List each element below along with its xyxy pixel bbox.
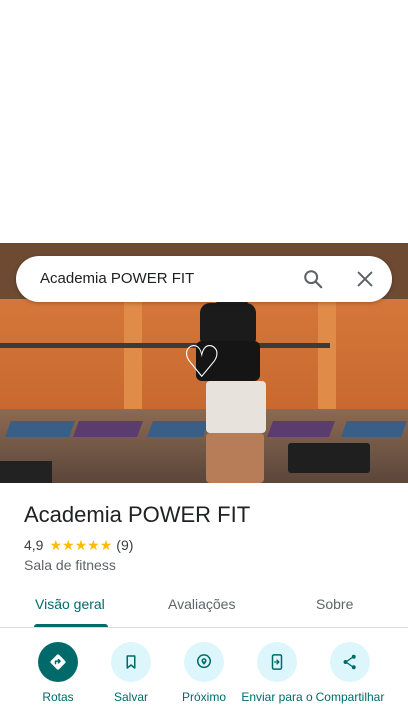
search-bar[interactable]: Academia POWER FIT xyxy=(16,256,392,302)
directions-button[interactable]: Rotas xyxy=(18,642,98,704)
place-category: Sala de fitness xyxy=(24,557,116,573)
star-icon: ★ xyxy=(74,537,88,553)
share-label: Compartilhar xyxy=(315,690,385,704)
photo-person-legs xyxy=(206,433,264,483)
star-icon: ★ xyxy=(62,537,75,553)
search-input[interactable]: Academia POWER FIT xyxy=(40,270,194,287)
nearby-icon xyxy=(184,642,224,682)
photo-column xyxy=(318,299,336,409)
tab-about[interactable]: Sobre xyxy=(316,596,353,612)
rating-stars: ★ ★ ★ ★ ★ xyxy=(49,537,112,553)
star-icon: ★ xyxy=(99,537,113,553)
tabs-divider xyxy=(0,627,408,628)
nearby-button[interactable]: Próximo xyxy=(164,642,244,704)
place-title: Academia POWER FIT xyxy=(24,502,251,527)
photo-mat xyxy=(5,421,75,437)
directions-icon xyxy=(38,642,78,682)
share-button[interactable]: Compartilhar xyxy=(310,642,390,704)
tab-overview[interactable]: Visão geral xyxy=(35,596,105,612)
blank-top-area xyxy=(0,0,408,243)
photo-person-shorts xyxy=(206,381,266,433)
star-icon: ★ xyxy=(49,537,63,553)
nearby-label: Próximo xyxy=(181,690,226,704)
photo-step-platform xyxy=(288,443,370,473)
bookmark-icon xyxy=(111,642,151,682)
tab-reviews[interactable]: Avaliações xyxy=(168,596,235,612)
send-to-phone-icon xyxy=(257,642,297,682)
heart-sticker-icon: ♡ xyxy=(182,338,222,387)
photo-box xyxy=(0,461,52,483)
send-to-phone-label: Enviar para o xyxy=(241,690,313,704)
photo-mat xyxy=(341,421,407,437)
share-icon xyxy=(330,642,370,682)
photo-ballet-bar xyxy=(0,343,330,348)
rating-value: 4,9 xyxy=(24,537,44,553)
photo-mat xyxy=(267,421,335,437)
save-button[interactable]: Salvar xyxy=(91,642,171,704)
save-label: Salvar xyxy=(113,690,148,704)
close-icon[interactable] xyxy=(354,268,376,290)
send-to-phone-button[interactable]: Enviar para o xyxy=(237,642,317,704)
search-icon[interactable] xyxy=(302,268,324,290)
directions-label: Rotas xyxy=(42,690,74,704)
photo-column xyxy=(124,299,142,409)
photo-person-body xyxy=(200,303,256,343)
star-icon: ★ xyxy=(87,537,100,553)
photo-mat xyxy=(147,421,209,437)
rating-row[interactable]: 4,9 ★ ★ ★ ★ ★ (9) xyxy=(24,537,133,553)
photo-mat xyxy=(73,421,143,437)
reviews-count: (9) xyxy=(116,537,134,553)
